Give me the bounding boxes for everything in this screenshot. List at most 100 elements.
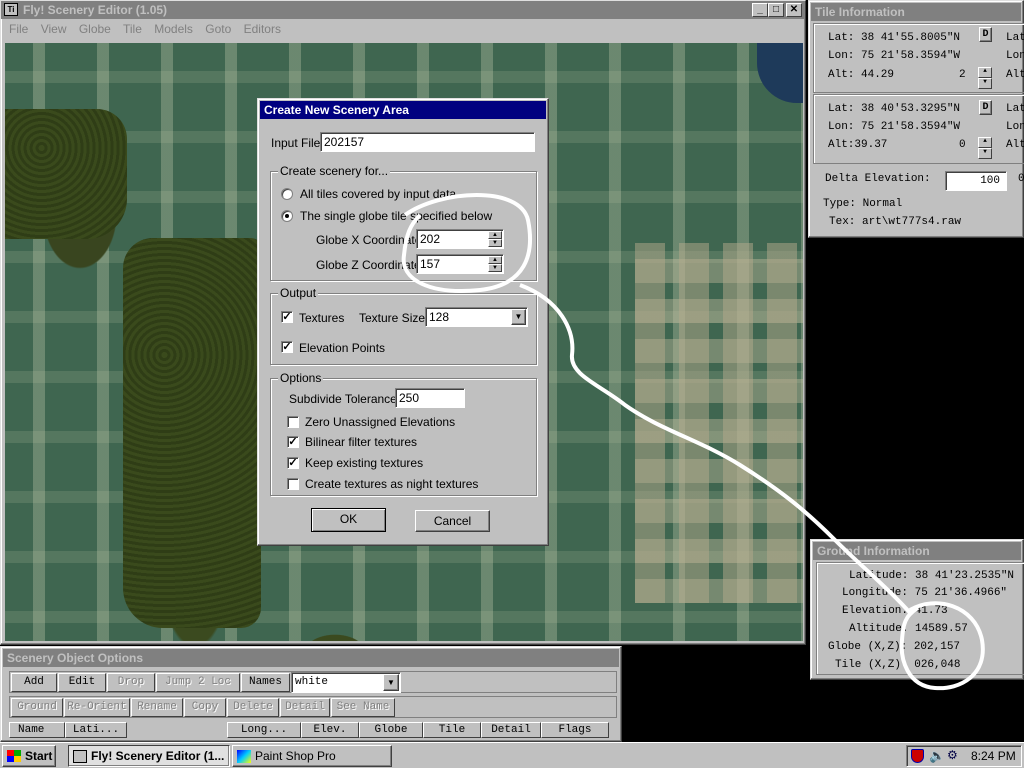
tile-lon-1: Lon: 75 21'58.3594"W [828,50,961,62]
tile-lat-2: Lat: 38 40'53.3295"N [828,103,961,115]
fields-area [635,243,803,603]
night-textures-label: Create textures as night textures [305,477,479,491]
close-button[interactable]: ✕ [786,3,802,17]
scenery-options-titlebar[interactable]: Scenery Object Options [3,649,619,667]
task-scenery-editor[interactable]: Fly! Scenery Editor (1... [68,745,230,767]
output-group-title: Output [278,286,319,300]
reorient-button[interactable]: Re-Orient [64,698,130,717]
tile-spinner-1[interactable]: ▲ ▼ [978,67,992,89]
elevation-points-label: Elevation Points [299,341,386,355]
col-tile[interactable]: Tile [423,722,481,738]
system-tray: 🔈 ⚙ 8:24 PM [906,745,1022,767]
add-button[interactable]: Add [11,673,57,692]
ground-info-panel: Latitude: 38 41'23.2535"N Longitude: 75 … [816,562,1024,675]
chevron-down-icon: ▼ [387,678,395,687]
see-name-button[interactable]: See Name [331,698,395,717]
col-globe[interactable]: Globe [359,722,423,738]
network-icon[interactable]: ⚙ [947,748,958,762]
textures-checkbox[interactable]: ✓ [281,311,293,323]
dialog-titlebar[interactable]: Create New Scenery Area [260,101,546,119]
tile-info-titlebar[interactable]: Tile Information [811,3,1021,21]
scenery-toolbar-row1: Add Edit Drop Jump 2 Loc Names white ▼ [9,671,617,693]
ground-info-title: Ground Information [817,544,930,558]
create-scenery-group: Create scenery for... All tiles covered … [270,164,537,281]
texture-size-label: Texture Size [359,311,426,325]
task-paint-shop-pro[interactable]: Paint Shop Pro [232,745,392,767]
names-dropdown-button[interactable]: ▼ [383,674,399,691]
input-file-label: Input File [271,136,321,150]
bilinear-checkbox[interactable]: ✓ [287,436,299,448]
night-textures-checkbox[interactable] [287,478,299,490]
col-latitude[interactable]: Lati... [65,722,127,738]
shield-icon[interactable] [911,749,924,763]
ok-button[interactable]: OK [311,508,386,532]
subdivide-field[interactable]: 250 [395,388,465,408]
col-detail[interactable]: Detail [481,722,541,738]
keep-textures-checkbox[interactable]: ✓ [287,457,299,469]
drop-button[interactable]: Drop [107,673,155,692]
forest-block [5,109,127,239]
globe-z-spinner[interactable]: ▲ ▼ [488,256,502,272]
maximize-button[interactable]: □ [768,3,784,17]
menu-goto[interactable]: Goto [205,22,231,36]
menu-editors[interactable]: Editors [244,22,281,36]
delta-elevation-field[interactable]: 100 [945,171,1007,191]
col-name[interactable]: Name [9,722,65,738]
subdivide-label: Subdivide Tolerance [289,392,397,406]
globe-x-spinner[interactable]: ▲ ▼ [488,231,502,247]
output-group: Output ✓ Textures Texture Size 128 ▼ ✓ E… [270,286,537,365]
scenery-table-header: Name Lati... Long... Long... Elev. Globe… [9,722,617,740]
tile-info-window: Tile Information Lat: 38 41'55.8005"N Lo… [808,0,1024,238]
taskbar: Start Fly! Scenery Editor (1... Paint Sh… [0,742,1024,768]
elevation-points-checkbox[interactable]: ✓ [281,341,293,353]
names-button[interactable]: Names [241,673,290,692]
tile-num-2: 0 [959,139,966,151]
ground-info-titlebar[interactable]: Ground Information [813,542,1021,560]
forest-block [123,238,261,628]
rename-button[interactable]: Rename [131,698,183,717]
delete-button[interactable]: Delete [227,698,279,717]
detail-button[interactable]: Detail [280,698,330,717]
tile-cut-lat-2: Lat [1006,103,1024,115]
tile-type: Type: Normal [823,198,903,210]
scenery-options-title: Scenery Object Options [7,651,144,665]
ground-info-window: Ground Information Latitude: 38 41'23.25… [810,539,1024,680]
scenery-options-window: Scenery Object Options Add Edit Drop Jum… [0,646,622,742]
tile-d-button-1[interactable]: D [979,27,992,42]
start-label: Start [25,749,53,763]
start-button[interactable]: Start [2,745,56,767]
jump-to-loc-button[interactable]: Jump 2 Loc [156,673,240,692]
scenery-editor-icon [73,750,87,763]
globe-z-label: Globe Z Coordinate [316,258,421,272]
zero-unassigned-label: Zero Unassigned Elevations [305,415,456,429]
menu-models[interactable]: Models [154,22,193,36]
create-scenery-dialog: Create New Scenery Area Input File 20215… [257,98,549,546]
keep-textures-label: Keep existing textures [305,456,424,470]
input-file-field[interactable]: 202157 [320,132,535,152]
col-flags[interactable]: Flags [541,722,609,738]
menu-view[interactable]: View [41,22,67,36]
zero-unassigned-checkbox[interactable] [287,416,299,428]
menu-tile[interactable]: Tile [123,22,142,36]
ground-button[interactable]: Ground [11,698,63,717]
texture-size-dropdown-button[interactable]: ▼ [511,309,526,325]
col-elevation[interactable]: Elev. [301,722,359,738]
col-longitude-2[interactable]: Long... [227,722,301,738]
menu-file[interactable]: File [9,22,28,36]
ground-globe: Globe (X,Z): 202,157 [828,641,961,653]
globe-x-label: Globe X Coordinate [316,233,422,247]
delta-elevation-label: Delta Elevation: [825,173,931,185]
tile-d-button-2[interactable]: D [979,100,992,115]
menu-globe[interactable]: Globe [79,22,111,36]
speaker-icon[interactable]: 🔈 [929,748,945,764]
copy-button[interactable]: Copy [184,698,226,717]
minimize-button[interactable]: _ [752,3,768,17]
radio-all-label: All tiles covered by input data [300,187,457,201]
tile-spinner-2[interactable]: ▲ ▼ [978,137,992,159]
main-titlebar[interactable]: Ti Fly! Scenery Editor (1.05) _ □ ✕ [1,1,805,19]
paint-shop-pro-icon [237,750,251,763]
cancel-button[interactable]: Cancel [415,510,490,532]
edit-button[interactable]: Edit [58,673,106,692]
radio-all-tiles[interactable] [281,188,293,200]
radio-single-tile[interactable] [281,210,293,222]
